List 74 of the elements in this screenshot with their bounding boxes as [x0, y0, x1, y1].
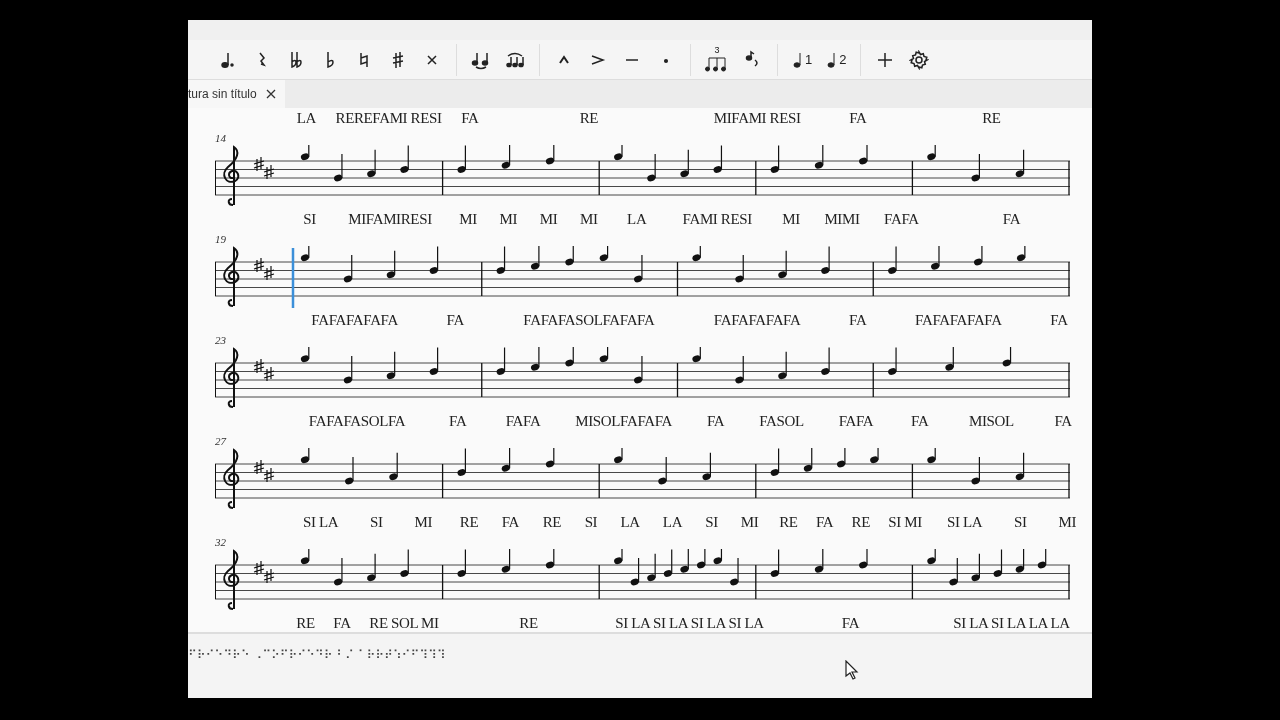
lyric-text: MISOL: [968, 411, 1014, 431]
lyric-text: SI: [370, 512, 383, 532]
lyric-text: SI: [1014, 512, 1027, 532]
lyric-text: FAFAFAFAFA: [915, 310, 1002, 330]
lyric-text: RE: [851, 512, 870, 532]
lyric-text: FAFA: [884, 209, 919, 229]
lyric-text: FA: [501, 512, 520, 532]
measure-number: 19: [215, 234, 227, 244]
close-icon[interactable]: [264, 88, 277, 100]
settings-icon[interactable]: [909, 49, 930, 70]
lyric-text: RE: [579, 108, 599, 128]
lyric-text: MI: [1058, 512, 1077, 532]
lyric-text: FA: [849, 108, 867, 128]
lyric-text: MIFAMIRESI: [348, 209, 432, 229]
lyric-text: FAFA: [838, 411, 874, 431]
lyric-text: MI: [782, 209, 800, 229]
lyric-text: MISOLFAFAFA: [575, 411, 672, 431]
lyric-text: SI LA SI LA SI LA SI LA: [615, 613, 764, 632]
lyric-text: FAFAFAFAFA: [713, 310, 801, 330]
lyric-text: FA: [449, 411, 467, 431]
lyric-text: SI: [584, 512, 598, 532]
lyric-text: FASOL: [759, 411, 804, 431]
lyric-text: MI: [539, 209, 558, 229]
lyric-text: FA: [446, 310, 464, 330]
lyric-text: FAMI RESI: [682, 209, 752, 229]
lyric-text: FA: [849, 310, 867, 330]
lyric-text: SI: [303, 209, 316, 229]
lyric-text: FA: [461, 108, 479, 128]
lyric-text: MI: [499, 209, 518, 229]
lyric-text: FA: [841, 613, 860, 632]
measure-number: 14: [215, 133, 227, 143]
lyric-text: MI: [580, 209, 598, 229]
lyric-text: FAFAFAFAFA: [311, 310, 398, 330]
measure-number: 32: [215, 537, 227, 547]
lyric-text: RE: [459, 512, 479, 532]
lyric-text: SI LA: [302, 512, 339, 532]
lyric-text: RE: [542, 512, 562, 532]
lyric-text: FAFAFASOLFAFAFA: [523, 310, 655, 330]
voice-button[interactable]: 1: [792, 49, 813, 70]
lyric-text: RE SOL MI: [369, 613, 439, 632]
lyric-text: FA: [333, 613, 351, 632]
lyric-text: FAFA: [505, 411, 541, 431]
lyric-text: SI LA: [946, 512, 983, 532]
lyric-text: MI: [459, 209, 477, 229]
lyric-text: FA: [706, 411, 725, 431]
lyric-text: FA: [815, 512, 834, 532]
lyric-text: MIMI: [824, 209, 860, 229]
lyric-text: FA: [1054, 411, 1072, 431]
measure-number: 27: [215, 436, 228, 446]
measure-number: 23: [215, 335, 227, 345]
lyric-text: MI: [740, 512, 759, 532]
voice-button[interactable]: 2: [826, 49, 847, 70]
lyric-text: REREFAMI RESI: [335, 108, 442, 128]
document-tab[interactable]: tura sin título: [188, 80, 285, 108]
lyric-text: LA: [662, 512, 683, 532]
lyric-text: FA: [911, 411, 929, 431]
lyric-text: RE: [779, 512, 798, 532]
lyric-text: FAFAFASOLFA: [308, 411, 406, 431]
lyric-text: SI: [705, 512, 718, 532]
lyric-text: LA: [296, 108, 316, 128]
lyric-text: FA: [1002, 209, 1021, 229]
lyric-text: FA: [1050, 310, 1068, 330]
lyric-text: LA: [627, 209, 647, 229]
cursor-icon: [844, 660, 860, 680]
lyric-text: MI: [414, 512, 433, 532]
lyric-text: SI MI: [888, 512, 922, 532]
tuplet-button[interactable]: 3: [705, 47, 729, 72]
lyric-text: RE: [519, 613, 538, 632]
lyric-text: RE: [296, 613, 315, 632]
lyric-text: MIFAMI RESI: [713, 108, 801, 128]
lyric-text: RE: [982, 108, 1001, 128]
braille-text: ⠋⠗⠊⠑⠙⠗⠑ ⠠⠉⠕⠋⠗⠊⠑⠙⠗ ⠃⠌ ⠁⠗⠗⠞⠱⠊⠋⠹⠹⠹: [188, 648, 446, 662]
lyric-text: LA: [620, 512, 640, 532]
lyric-text: SI LA SI LA LA LA: [953, 613, 1070, 632]
